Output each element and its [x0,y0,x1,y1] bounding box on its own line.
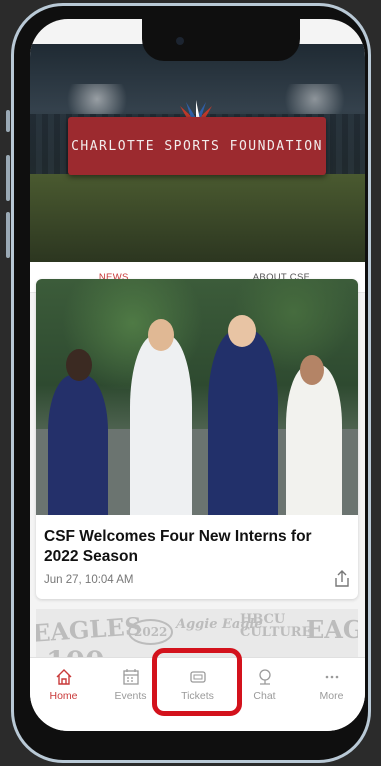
nav-home[interactable]: Home [30,658,97,718]
banner-title: CHARLOTTE SPORTS FOUNDATION [71,138,323,154]
article-date: Jun 27, 10:04 AM [44,574,134,586]
chat-icon [258,669,271,685]
news-card[interactable]: CSF Welcomes Four New Interns for 2022 S… [36,279,358,599]
share-icon[interactable] [334,570,350,588]
article-photo [36,279,358,515]
volume-down-button [6,212,10,258]
app-screen: CHARLOTTE SPORTS FOUNDATION NEWS ABOUT C… [30,19,365,731]
mute-switch [6,110,10,132]
nav-events-label: Events [114,690,147,702]
more-icon [325,675,338,679]
home-indicator-area [30,717,365,731]
nav-more-label: More [319,690,344,702]
nav-chat-label: Chat [253,690,276,702]
notch [142,19,300,61]
article-title[interactable]: CSF Welcomes Four New Interns for 2022 S… [44,527,344,567]
stadium-field [30,174,365,262]
hero-header: CHARLOTTE SPORTS FOUNDATION [30,44,365,262]
graffiti-text: 2022 [128,619,174,645]
calendar-icon [122,669,139,685]
tickets-highlight-box [152,648,242,716]
home-icon [56,669,71,685]
graffiti-text: EAGLES [36,611,143,648]
volume-up-button [6,155,10,201]
nav-more[interactable]: More [298,658,365,718]
front-camera [176,37,184,45]
graffiti-text: EAGL [306,615,358,644]
nav-home-label: Home [49,690,78,702]
foundation-banner: CHARLOTTE SPORTS FOUNDATION [68,117,326,175]
graffiti-text: HBCU CULTURE [240,612,312,640]
